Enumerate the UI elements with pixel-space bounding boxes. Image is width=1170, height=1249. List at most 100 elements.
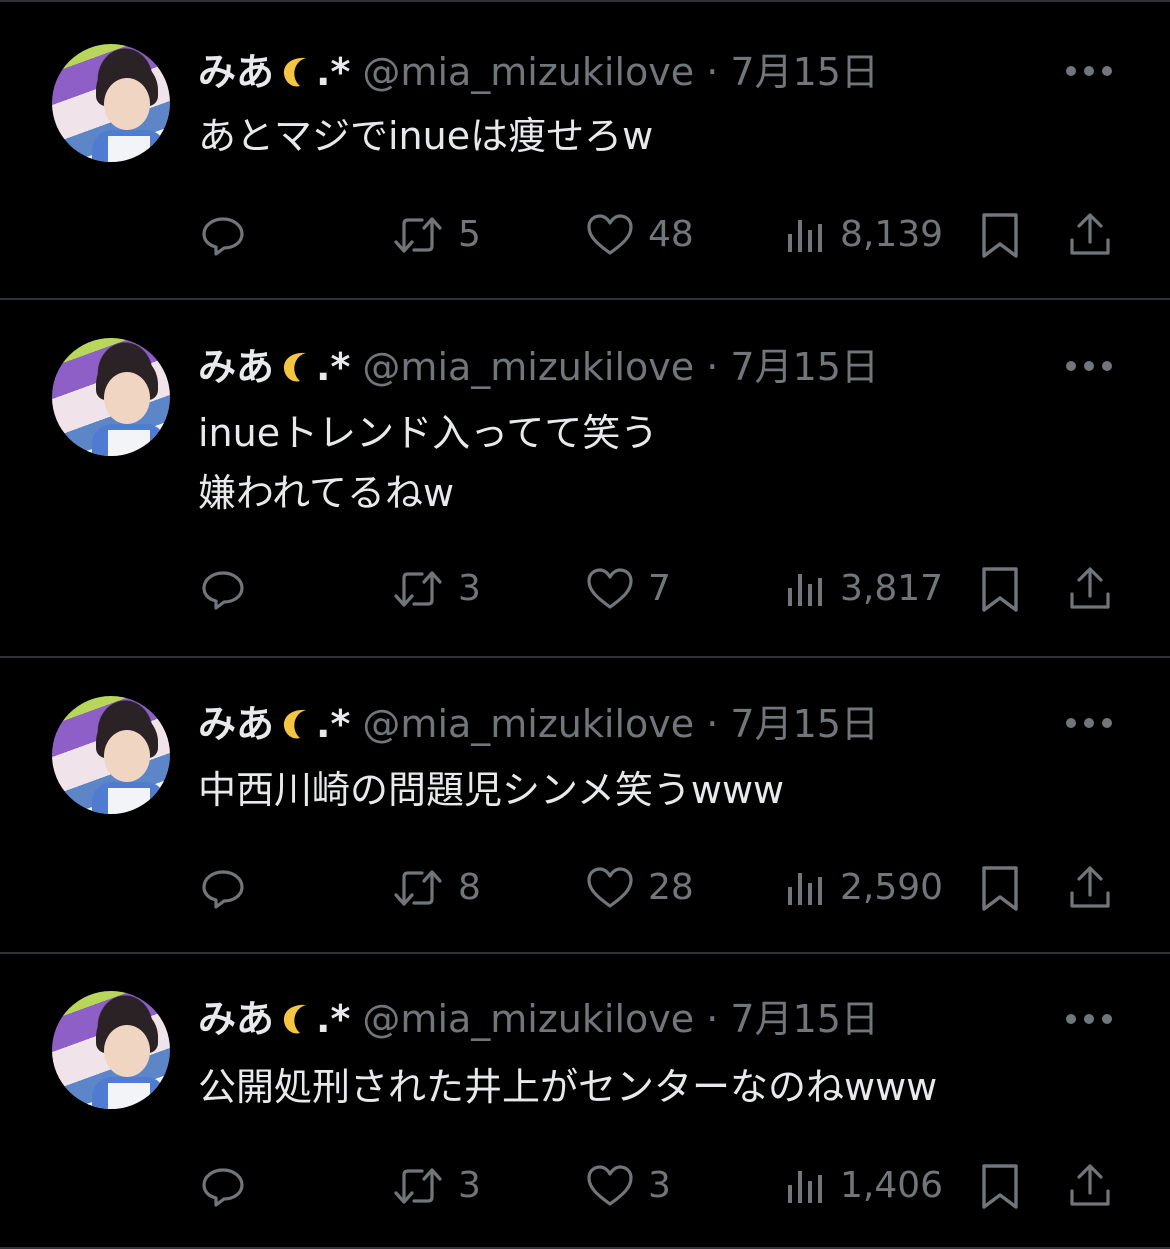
reply-icon	[198, 210, 248, 260]
reply-button[interactable]	[198, 863, 248, 913]
handle[interactable]: @mia_mizukilove	[362, 50, 694, 94]
tweet-date[interactable]: 7月15日	[730, 50, 879, 94]
avatar[interactable]	[52, 696, 170, 814]
handle[interactable]: @mia_mizukilove	[362, 997, 694, 1041]
tweet-date[interactable]: 7月15日	[730, 702, 879, 746]
separator: ·	[706, 345, 719, 389]
heart-icon	[584, 863, 636, 913]
tweet-actions: 8 28 2,590	[0, 863, 1170, 913]
retweet-count: 8	[458, 867, 481, 908]
share-button[interactable]	[1066, 863, 1114, 913]
avatar[interactable]	[52, 44, 170, 162]
name-suffix: .*	[316, 997, 351, 1041]
crescent-moon-icon	[280, 350, 316, 386]
retweet-button[interactable]: 3	[390, 1161, 481, 1211]
views-icon	[782, 863, 828, 913]
tweet-actions: 3 3 1,406	[0, 1161, 1170, 1211]
like-count: 7	[648, 568, 671, 609]
retweet-icon	[390, 564, 446, 614]
separator: ·	[706, 50, 719, 94]
share-button[interactable]	[1066, 210, 1114, 260]
share-button[interactable]	[1066, 1161, 1114, 1211]
tweet-date[interactable]: 7月15日	[730, 997, 879, 1041]
reply-button[interactable]	[198, 210, 248, 260]
heart-icon	[584, 210, 636, 260]
retweet-button[interactable]: 5	[390, 210, 481, 260]
views-icon	[782, 210, 828, 260]
tweet-text: 中西川崎の問題児シンメ笑うwww	[198, 768, 785, 812]
tweet-text: inueトレンド入ってて笑う 嫌われてるねw	[198, 411, 659, 515]
crescent-moon-icon	[280, 707, 316, 743]
like-count: 48	[648, 214, 694, 255]
bookmark-button[interactable]	[978, 863, 1022, 913]
name-suffix: .*	[316, 50, 351, 94]
tweet-actions: 5 48 8,139	[0, 210, 1170, 260]
display-name[interactable]: みあ	[198, 702, 274, 746]
views-button[interactable]: 1,406	[782, 1161, 943, 1211]
view-count: 3,817	[840, 568, 944, 609]
bookmark-icon	[978, 210, 1022, 260]
bookmark-button[interactable]	[978, 210, 1022, 260]
retweet-button[interactable]: 3	[390, 564, 481, 614]
views-icon	[782, 1161, 828, 1211]
tweet[interactable]: みあ .* @mia_mizukilove · 7月15日 inueトレンド入って…	[0, 300, 1170, 658]
bookmark-button[interactable]	[978, 1161, 1022, 1211]
like-count: 28	[648, 867, 694, 908]
retweet-icon	[390, 863, 446, 913]
views-button[interactable]: 8,139	[782, 210, 943, 260]
avatar[interactable]	[52, 338, 170, 456]
tweet-actions: 3 7 3,817	[0, 564, 1170, 614]
like-count: 3	[648, 1165, 671, 1206]
tweet[interactable]: みあ .* @mia_mizukilove · 7月15日 中西川崎の問題児シンメ…	[0, 658, 1170, 954]
tweet-header: みあ .* @mia_mizukilove · 7月15日	[198, 345, 879, 389]
crescent-moon-icon	[280, 55, 316, 91]
display-name[interactable]: みあ	[198, 997, 274, 1041]
bookmark-button[interactable]	[978, 564, 1022, 614]
tweet-header: みあ .* @mia_mizukilove · 7月15日	[198, 50, 879, 94]
more-dots-icon[interactable]	[1066, 718, 1112, 730]
crescent-moon-icon	[280, 1002, 316, 1038]
name-suffix: .*	[316, 702, 351, 746]
share-icon	[1066, 863, 1114, 913]
more-dots-icon[interactable]	[1066, 66, 1112, 78]
retweet-icon	[390, 1161, 446, 1211]
like-button[interactable]: 7	[584, 564, 671, 614]
like-button[interactable]: 48	[584, 210, 694, 260]
view-count: 8,139	[840, 214, 944, 255]
view-count: 1,406	[840, 1165, 944, 1206]
heart-icon	[584, 564, 636, 614]
views-icon	[782, 564, 828, 614]
share-button[interactable]	[1066, 564, 1114, 614]
handle[interactable]: @mia_mizukilove	[362, 345, 694, 389]
heart-icon	[584, 1161, 636, 1211]
tweet-date[interactable]: 7月15日	[730, 345, 879, 389]
display-name[interactable]: みあ	[198, 50, 274, 94]
bookmark-icon	[978, 863, 1022, 913]
share-icon	[1066, 210, 1114, 260]
retweet-button[interactable]: 8	[390, 863, 481, 913]
more-dots-icon[interactable]	[1066, 1014, 1112, 1026]
reply-button[interactable]	[198, 564, 248, 614]
display-name[interactable]: みあ	[198, 345, 274, 389]
share-icon	[1066, 564, 1114, 614]
views-button[interactable]: 3,817	[782, 564, 943, 614]
views-button[interactable]: 2,590	[782, 863, 943, 913]
tweet-header: みあ .* @mia_mizukilove · 7月15日	[198, 997, 879, 1041]
tweet[interactable]: みあ .* @mia_mizukilove · 7月15日 公開処刑された井上がセ…	[0, 954, 1170, 1249]
retweet-icon	[390, 210, 446, 260]
reply-icon	[198, 1161, 248, 1211]
bookmark-icon	[978, 1161, 1022, 1211]
separator: ·	[706, 997, 719, 1041]
handle[interactable]: @mia_mizukilove	[362, 702, 694, 746]
reply-icon	[198, 863, 248, 913]
retweet-count: 3	[458, 1165, 481, 1206]
like-button[interactable]: 28	[584, 863, 694, 913]
reply-button[interactable]	[198, 1161, 248, 1211]
tweet[interactable]: みあ .* @mia_mizukilove · 7月15日 あとマジでinueは痩…	[0, 2, 1170, 300]
name-suffix: .*	[316, 345, 351, 389]
like-button[interactable]: 3	[584, 1161, 671, 1211]
more-dots-icon[interactable]	[1066, 361, 1112, 373]
retweet-count: 3	[458, 568, 481, 609]
tweet-header: みあ .* @mia_mizukilove · 7月15日	[198, 702, 879, 746]
avatar[interactable]	[52, 991, 170, 1109]
